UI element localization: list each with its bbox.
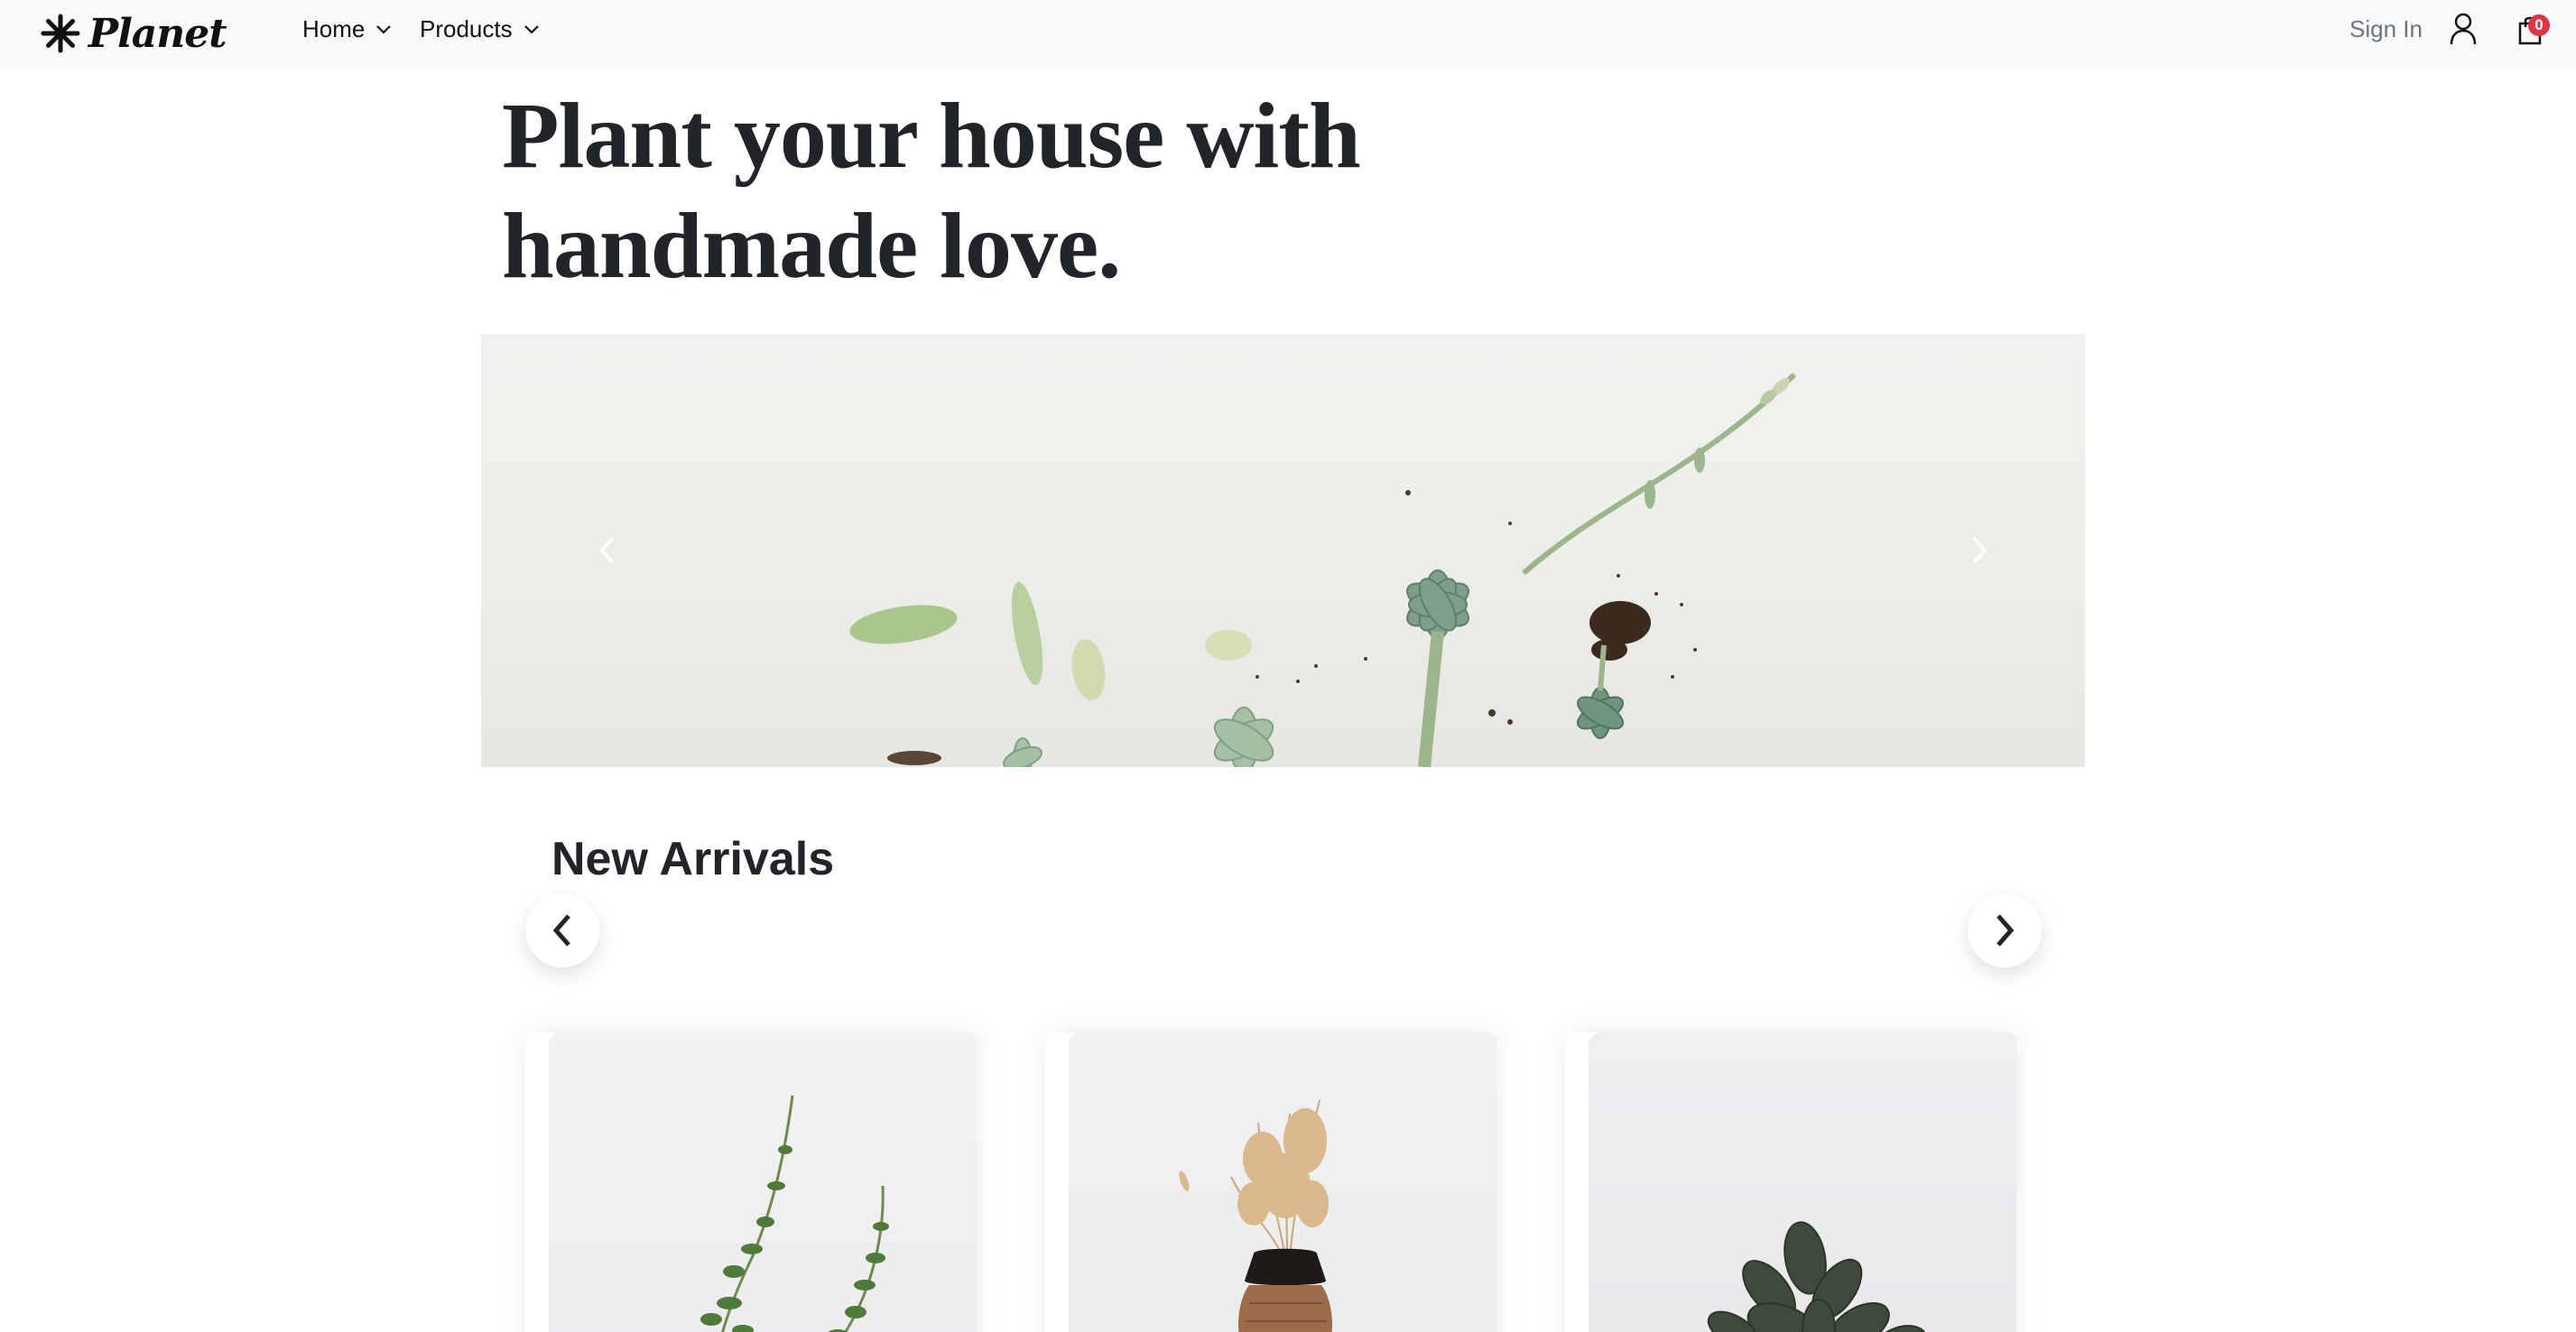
new-arrivals-title: New Arrivals: [551, 833, 835, 885]
chevron-right-icon: [1997, 914, 2015, 947]
chevron-left-icon: [599, 536, 615, 565]
chevron-down-icon: [376, 25, 392, 34]
hero-title-line-2: handmade love.: [502, 194, 1121, 298]
cart-count-badge: 0: [2528, 14, 2550, 36]
product-card[interactable]: [1045, 1032, 1496, 1332]
product-card[interactable]: [1565, 1032, 2016, 1332]
chevron-left-icon: [552, 914, 570, 947]
succulents-image: [849, 372, 1797, 767]
brand-logo[interactable]: Planet: [40, 7, 227, 60]
sign-in-link[interactable]: Sign In: [2349, 13, 2423, 45]
product-card[interactable]: [525, 1032, 977, 1332]
nav-home-label: Home: [302, 14, 366, 42]
arrivals-prev-button[interactable]: [525, 893, 599, 967]
navbar: Planet Home Products Sign In 0: [0, 0, 2576, 69]
chevron-down-icon: [524, 25, 539, 34]
asterisk-logo-icon: [41, 14, 80, 53]
account-button[interactable]: [2449, 11, 2478, 47]
hero-title: Plant your house with handmade love.: [502, 81, 1404, 301]
carousel-next-button[interactable]: [1952, 523, 2006, 578]
brand-name: Planet: [88, 10, 227, 57]
cart-button[interactable]: 0: [2516, 11, 2552, 47]
chevron-right-icon: [1972, 536, 1988, 565]
nav-products-label: Products: [420, 14, 513, 42]
product-image: [1069, 1032, 1496, 1332]
nav-home-dropdown[interactable]: Home: [302, 13, 392, 45]
user-icon: [2450, 13, 2477, 45]
arrivals-next-button[interactable]: [1968, 893, 2042, 967]
carousel-prev-button[interactable]: [580, 523, 635, 578]
product-image: [1589, 1032, 2016, 1332]
hero-carousel: [481, 334, 2085, 767]
hero-title-line-1: Plant your house with: [502, 84, 1361, 188]
product-image: [549, 1032, 977, 1332]
nav-products-dropdown[interactable]: Products: [420, 13, 540, 45]
